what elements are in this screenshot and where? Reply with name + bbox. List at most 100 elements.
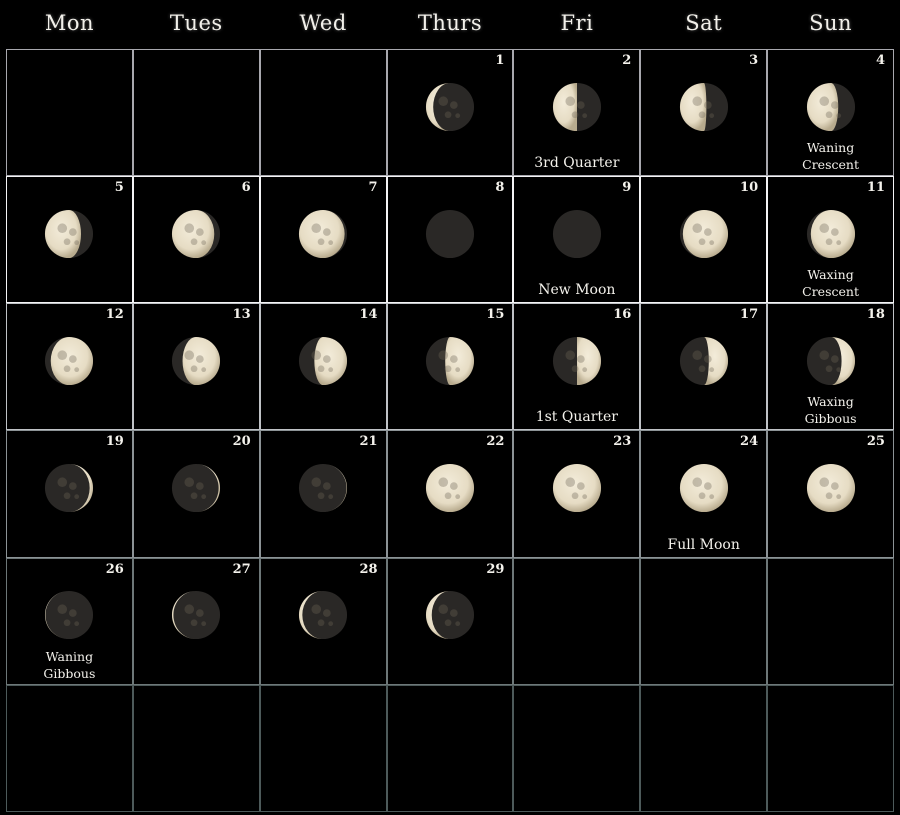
phase-label: Waning Gibbous: [43, 648, 96, 681]
day-number: 4: [875, 53, 885, 68]
weekday-header: Mon Tues Wed Thurs Fri Sat Sun: [6, 0, 894, 48]
moon-crater: [196, 482, 204, 490]
moon-phase-icon: [299, 209, 348, 258]
moon-crater: [835, 494, 841, 500]
moon-crater: [830, 227, 839, 236]
moon-crater: [57, 477, 68, 488]
moon-phase-icon: [552, 336, 601, 385]
day-cell: 1: [386, 49, 514, 177]
moon-phase-icon: [679, 82, 728, 131]
empty-cell: [767, 684, 894, 812]
day-cell: 22: [386, 430, 514, 558]
moon-crater: [74, 621, 80, 627]
moon-crater: [819, 350, 829, 360]
moon-phase-icon: [806, 209, 855, 258]
moon-crater: [825, 110, 833, 118]
moon-crater: [819, 477, 829, 488]
moon-crater: [830, 482, 839, 490]
moon-crater: [449, 482, 458, 490]
moon-crater: [323, 355, 331, 363]
day-number: 15: [486, 307, 505, 323]
moon-crater: [328, 367, 334, 372]
moon-crater: [708, 112, 714, 118]
day-number: 22: [486, 434, 505, 450]
phase-label: Waxing Crescent: [802, 267, 859, 300]
moon-crater: [184, 223, 195, 233]
empty-cell: [513, 557, 641, 685]
phase-label: 1st Quarter: [535, 409, 618, 426]
phase-label: Waning Crescent: [802, 140, 859, 173]
moon-phase-icon: [45, 209, 94, 258]
moon-crater: [74, 239, 80, 245]
day-number: 19: [105, 434, 124, 450]
moon-crater: [57, 223, 68, 233]
moon-crater: [190, 238, 198, 245]
empty-cell: [132, 684, 260, 812]
moon-crater: [825, 238, 833, 245]
moon-crater: [196, 609, 204, 618]
moon-crater: [196, 227, 204, 236]
moon-crater: [449, 100, 458, 109]
moon-phase-icon: [425, 336, 475, 385]
day-cell: 21: [259, 430, 387, 558]
day-cell: 16 1st Quarter: [513, 303, 641, 431]
moon-phase-icon: [172, 336, 221, 385]
moon-crater: [692, 477, 702, 488]
calendar-grid: 1 2 3rd Quarter 3 4 Waning Crescent 5 6 7 …: [6, 49, 894, 812]
moon-lit-area: [445, 336, 475, 385]
moon-crater: [196, 355, 204, 363]
day-cell: 24 Full Moon: [640, 430, 768, 558]
empty-cell: [640, 684, 768, 812]
day-cell: 20: [132, 430, 260, 558]
weekday-wed: Wed: [299, 11, 347, 35]
day-cell: 4 Waning Crescent: [767, 49, 894, 177]
moon-crater: [184, 604, 195, 615]
moon-lit-area: [806, 464, 855, 513]
day-cell: 8: [386, 176, 514, 304]
moon-crater: [565, 96, 575, 106]
day-number: 6: [241, 180, 251, 196]
moon-crater: [57, 350, 68, 360]
moon-crater: [703, 100, 712, 109]
weekday-fri: Fri: [560, 11, 594, 35]
moon-phase-icon: [299, 591, 348, 640]
moon-crater: [825, 365, 833, 372]
moon-crater: [692, 223, 702, 233]
moon-crater: [64, 365, 71, 372]
moon-crater: [201, 239, 207, 245]
moon-crater: [69, 227, 78, 236]
moon-phase-icon: [45, 336, 94, 385]
day-number: 24: [740, 434, 759, 450]
day-cell: 7: [259, 176, 387, 304]
moon-phase-icon: [172, 209, 221, 258]
moon-crater: [328, 239, 334, 245]
day-number: 23: [613, 434, 632, 450]
moon-crater: [444, 110, 452, 118]
moon-crater: [323, 609, 331, 618]
day-cell: 18 Waxing Gibbous: [767, 303, 894, 431]
empty-cell: [767, 557, 894, 685]
day-number: 9: [622, 180, 632, 196]
moon-crater: [825, 492, 833, 500]
moon-crater: [201, 494, 207, 500]
day-cell: 23: [513, 430, 641, 558]
moon-crater: [190, 365, 198, 372]
day-cell: 13: [132, 303, 260, 431]
moon-crater: [311, 350, 322, 360]
moon-crater: [64, 619, 71, 627]
day-cell: 12: [6, 303, 133, 431]
moon-crater: [438, 350, 449, 360]
day-number: 27: [232, 561, 251, 577]
phase-label: Full Moon: [667, 536, 740, 553]
moon-lit-area: [299, 209, 345, 258]
moon-crater: [698, 492, 706, 500]
day-number: 13: [232, 307, 251, 323]
moon-crater: [74, 367, 80, 372]
moon-crater: [64, 238, 71, 245]
day-cell: 15: [386, 303, 514, 431]
moon-crater: [449, 609, 458, 618]
moon-crater: [708, 494, 714, 500]
day-cell: 3: [640, 49, 768, 177]
moon-lit-area: [552, 82, 577, 131]
moon-phase-icon: [299, 336, 348, 385]
